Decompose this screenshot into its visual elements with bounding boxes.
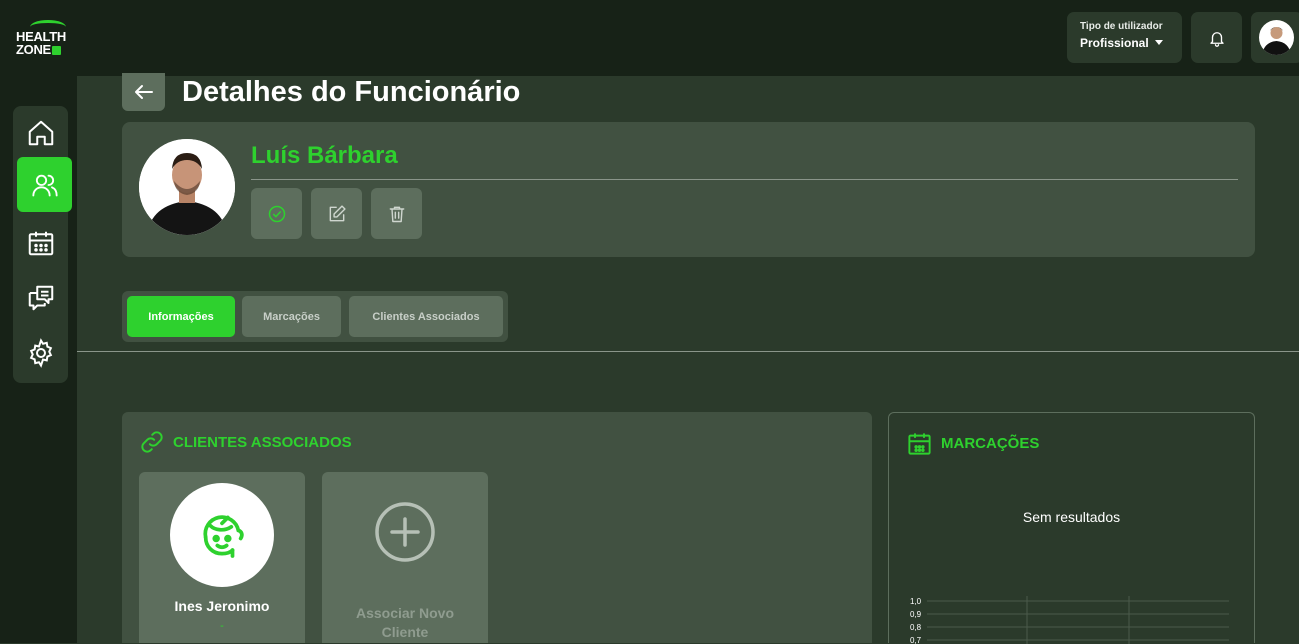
user-type-dropdown[interactable]: Tipo de utilizador Profissional — [1067, 12, 1182, 63]
edit-icon — [329, 204, 346, 221]
back-button[interactable] — [122, 73, 165, 111]
chat-icon — [28, 285, 53, 310]
add-client-label-line-2: Cliente — [381, 624, 429, 640]
sidebar-item-users[interactable] — [17, 157, 72, 212]
users-icon — [31, 174, 58, 196]
gear-icon — [29, 337, 52, 368]
y-tick-label: 1,0 — [910, 597, 922, 606]
profile-card: Luís Bárbara — [122, 122, 1255, 257]
trash-icon — [389, 206, 404, 222]
sidebar-item-calendar[interactable] — [13, 215, 68, 270]
sidebar-item-messages[interactable] — [13, 270, 68, 325]
calendar-icon — [908, 433, 931, 455]
arrow-left-icon — [134, 85, 153, 99]
tab-bar: Informações Marcações Clientes Associado… — [122, 291, 508, 342]
add-client-card[interactable]: Associar Novo Cliente — [322, 472, 488, 643]
user-type-value: Profissional — [1080, 36, 1182, 50]
caret-down-icon — [1154, 40, 1163, 45]
page-title: Detalhes do Funcionário — [182, 76, 521, 108]
appointments-header: MARCAÇÕES — [906, 430, 1039, 457]
employee-name: Luís Bárbara — [251, 142, 398, 169]
calendar-icon — [28, 231, 53, 255]
user-avatar — [1259, 20, 1294, 55]
logo-badge — [51, 46, 61, 55]
associated-clients-title: CLIENTES ASSOCIADOS — [173, 433, 352, 451]
healthzone-logo[interactable]: HEALTH ZONE — [16, 20, 76, 58]
plus-circle-icon — [375, 502, 435, 562]
add-client-label: Associar Novo Cliente — [322, 604, 488, 642]
link-icon — [141, 431, 163, 453]
logo-line-2-text: ZONE — [16, 42, 51, 57]
user-type-label: Tipo de utilizador — [1080, 21, 1163, 32]
appointments-chart: 1,0 0,9 0,8 0,7 — [910, 596, 1229, 644]
sidebar-item-settings[interactable] — [13, 325, 68, 380]
child-face-icon — [203, 515, 244, 558]
appointments-title: MARCAÇÕES — [941, 435, 1040, 452]
sidebar — [13, 105, 72, 383]
bell-icon — [1209, 31, 1224, 47]
associated-clients-card: CLIENTES ASSOCIADOS Ines Jeronimo - Asso… — [122, 412, 872, 643]
tab-marcacoes[interactable]: Marcações — [242, 296, 341, 337]
client-name: Ines Jeronimo — [174, 598, 270, 614]
notifications-button[interactable] — [1191, 12, 1242, 63]
sidebar-item-home[interactable] — [13, 105, 68, 160]
tab-informacoes[interactable]: Informações — [127, 296, 235, 337]
y-tick-label: 0,9 — [910, 610, 922, 619]
client-card[interactable]: Ines Jeronimo - — [139, 472, 305, 643]
user-type-value-text: Profissional — [1080, 36, 1149, 50]
delete-button[interactable] — [371, 188, 422, 239]
client-avatar — [170, 483, 274, 587]
add-client-label-line-1: Associar Novo — [355, 605, 455, 621]
profile-photo — [139, 139, 235, 235]
associated-clients-header: CLIENTES ASSOCIADOS — [139, 429, 352, 455]
name-divider — [251, 179, 1238, 180]
home-icon — [28, 120, 53, 145]
logo-line-2: ZONE — [16, 43, 61, 57]
no-results-text: Sem resultados — [1022, 509, 1121, 525]
top-bar: HEALTH ZONE Tipo de utilizador Profissio… — [0, 0, 1299, 76]
appointments-card: MARCAÇÕES Sem resultados 1,0 0,9 0,8 0,7 — [888, 412, 1255, 644]
section-divider — [77, 351, 1299, 352]
tab-clientes-associados[interactable]: Clientes Associados — [349, 296, 503, 337]
check-circle-icon — [268, 205, 285, 222]
y-tick-label: 0,8 — [910, 623, 922, 632]
client-subtitle: - — [220, 620, 224, 632]
edit-button[interactable] — [311, 188, 362, 239]
user-menu-button[interactable] — [1251, 12, 1299, 63]
confirm-button[interactable] — [251, 188, 302, 239]
